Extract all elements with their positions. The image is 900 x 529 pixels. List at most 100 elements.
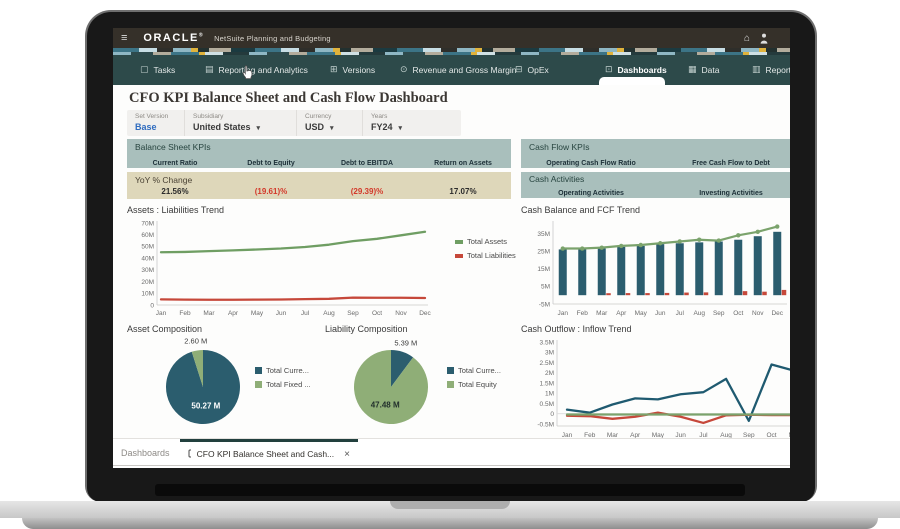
dashboard-content: CFO KPI Balance Sheet and Cash Flow Dash… [113, 85, 790, 438]
nav-item-reports[interactable]: ▥Reports [752, 55, 790, 85]
svg-text:Oct: Oct [733, 310, 743, 317]
user-icon[interactable] [760, 33, 768, 44]
svg-text:May: May [635, 310, 648, 317]
svg-text:Jun: Jun [276, 310, 287, 317]
yoy-value: 21.56% [127, 187, 223, 196]
svg-text:15M: 15M [537, 266, 550, 273]
svg-text:25M: 25M [537, 248, 550, 255]
oracle-logo: ORACLE® [143, 32, 204, 44]
svg-text:3M: 3M [545, 350, 554, 357]
svg-text:Jul: Jul [301, 310, 310, 317]
hamburger-menu-icon[interactable]: ≡ [121, 32, 127, 44]
footer-dashboards-label: Dashboards [121, 448, 170, 458]
app-screen: ≡ ORACLE® NetSuite Planning and Budgetin… [113, 28, 790, 468]
svg-text:Mar: Mar [596, 310, 608, 317]
close-tab-icon[interactable]: × [344, 449, 350, 460]
main-nav: ▢Tasks ▤Reporting and Analytics ⊞Version… [113, 55, 790, 85]
filter-years[interactable]: Years FY24▾ [363, 110, 425, 136]
filter-bar: Set Version Base Subsidiary United State… [127, 110, 461, 136]
nav-item-versions[interactable]: ⊞Versions [330, 55, 375, 85]
filter-currency[interactable]: Currency USD▾ [297, 110, 363, 136]
titlebar: ≡ ORACLE® NetSuite Planning and Budgetin… [113, 28, 790, 48]
svg-text:40M: 40M [141, 255, 154, 262]
svg-text:5.39 M: 5.39 M [394, 338, 417, 347]
svg-text:Apr: Apr [228, 310, 239, 317]
home-icon[interactable]: ⌂ [744, 33, 750, 44]
svg-text:2.5M: 2.5M [540, 360, 554, 367]
set-version-value[interactable]: Base [135, 122, 176, 132]
hand-cursor [241, 64, 254, 80]
assets-liabilities-trend-panel: Assets : Liabilities Trend 010M20M30M40M… [127, 205, 525, 321]
laptop-hinge [155, 484, 745, 496]
cash-outflow-inflow-chart: -0.5M00.5M1M1.5M2M2.5M3M3.5MJanFebMarApr… [521, 336, 790, 440]
svg-text:Aug: Aug [693, 310, 705, 317]
svg-text:Jul: Jul [676, 310, 685, 317]
kpi-label: Operating Activities [558, 190, 624, 197]
svg-text:Feb: Feb [577, 310, 589, 317]
svg-text:Dec: Dec [419, 310, 431, 317]
kpi-label: Operating Cash Flow Ratio [546, 160, 635, 167]
svg-text:Jun: Jun [655, 310, 666, 317]
tasks-icon: ▢ [140, 65, 149, 75]
kpi-label: Debt to EBITDA [341, 160, 393, 167]
cash-flow-kpis-band: Cash Flow KPIs Operating Cash Flow Ratio… [521, 139, 790, 168]
svg-text:2.60 M: 2.60 M [184, 337, 207, 346]
asset-composition-legend: Total Curre... Total Fixed ... [255, 366, 311, 389]
laptop-base-bottom [22, 518, 878, 529]
yoy-change-band: YoY % Change 21.56% (19.61)% (29.39)% 17… [127, 172, 511, 199]
svg-text:Nov: Nov [395, 310, 407, 317]
chevron-down-icon: ▾ [399, 125, 403, 132]
legend-swatch-fixed-assets [255, 381, 262, 388]
laptop-mockup: ≡ ORACLE® NetSuite Planning and Budgetin… [0, 0, 900, 529]
balance-sheet-kpis-band: Balance Sheet KPIs Current Ratio1.65 Deb… [127, 139, 511, 168]
svg-text:70M: 70M [141, 220, 154, 227]
legend-swatch-current-assets [255, 367, 262, 374]
data-icon: ▦ [688, 65, 697, 75]
svg-text:2M: 2M [545, 370, 554, 377]
footer-tab-label: CFO KPI Balance Sheet and Cash... [197, 449, 335, 459]
svg-text:Apr: Apr [616, 310, 627, 317]
page-title: CFO KPI Balance Sheet and Cash Flow Dash… [129, 90, 448, 107]
nav-item-data[interactable]: ▦Data [688, 55, 719, 85]
svg-text:10M: 10M [141, 291, 154, 298]
svg-text:-5M: -5M [539, 301, 550, 308]
svg-text:Feb: Feb [179, 310, 191, 317]
laptop-base-notch [390, 501, 510, 509]
svg-text:May: May [251, 310, 264, 317]
decorative-mosaic-strip [113, 48, 790, 55]
nav-item-revenue-gross-margin[interactable]: ⊙Revenue and Gross Margin [400, 55, 517, 85]
nav-item-opex[interactable]: ⊟OpEx [515, 55, 549, 85]
svg-text:Dec: Dec [771, 310, 783, 317]
legend-swatch-current-liabilities [447, 367, 454, 374]
svg-text:Aug: Aug [323, 310, 335, 317]
svg-text:47.48 M: 47.48 M [371, 401, 400, 410]
svg-text:Sep: Sep [713, 310, 725, 317]
footer-active-tab[interactable]: CFO KPI Balance Sheet and Cash... × [180, 439, 358, 466]
reports-icon: ▥ [752, 65, 761, 75]
svg-text:30M: 30M [141, 267, 154, 274]
svg-text:50M: 50M [141, 244, 154, 251]
opex-icon: ⊟ [515, 65, 523, 75]
svg-text:Jan: Jan [558, 310, 569, 317]
kpi-label: Debt to Equity [247, 160, 294, 167]
legend-swatch-total-equity [447, 381, 454, 388]
liability-composition-legend: Total Curre... Total Equity [447, 366, 501, 389]
kpi-label: Investing Activities [699, 190, 763, 197]
nav-item-tasks[interactable]: ▢Tasks [140, 55, 175, 85]
dashboards-icon: ⊡ [605, 65, 613, 75]
svg-text:Oct: Oct [372, 310, 382, 317]
svg-text:0.5M: 0.5M [540, 401, 554, 408]
cash-balance-fcf-panel: Cash Balance and FCF Trend -5M5M15M25M35… [521, 205, 790, 321]
asset-composition-panel: Asset Composition 50.27 M2.60 M Total Cu… [127, 324, 323, 434]
filter-set-version[interactable]: Set Version Base [127, 110, 185, 136]
footer-divider [113, 465, 790, 466]
yoy-value: (29.39)% [319, 187, 415, 196]
versions-icon: ⊞ [330, 65, 338, 75]
svg-text:20M: 20M [141, 279, 154, 286]
filter-subsidiary[interactable]: Subsidiary United States▾ [185, 110, 297, 136]
svg-text:60M: 60M [141, 232, 154, 239]
nav-item-reporting-analytics[interactable]: ▤Reporting and Analytics [205, 55, 308, 85]
revenue-icon: ⊙ [400, 65, 408, 75]
kpi-label: Free Cash Flow to Debt [692, 160, 770, 167]
assets-liabilities-line-chart: 010M20M30M40M50M60M70MJanFebMarAprMayJun… [127, 218, 437, 318]
